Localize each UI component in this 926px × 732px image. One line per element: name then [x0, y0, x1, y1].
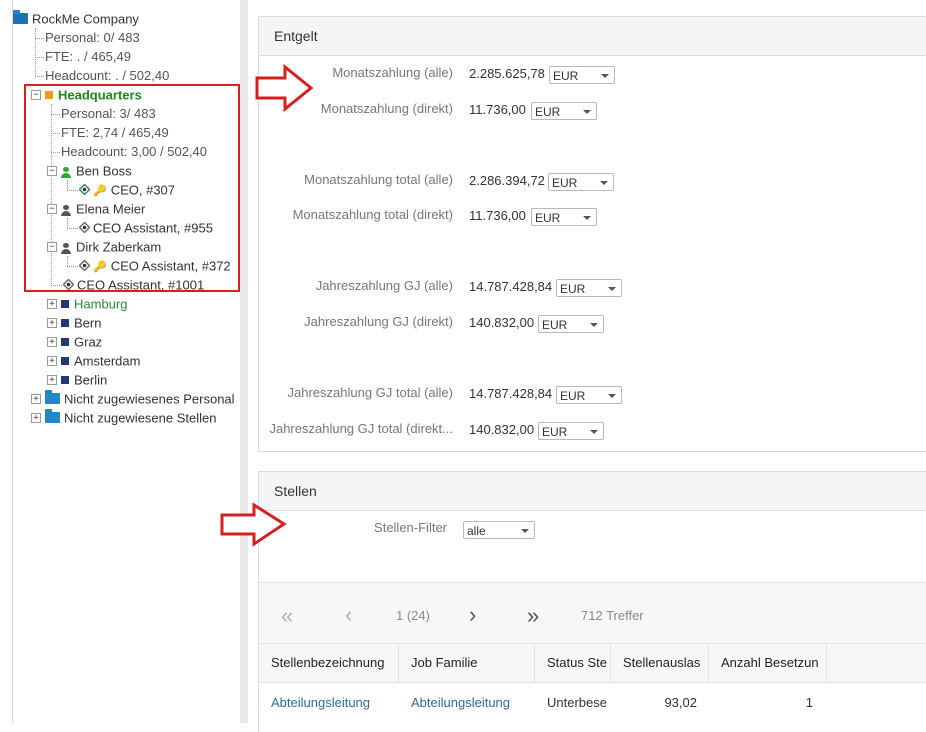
stellen-filter-select[interactable]: alle: [463, 521, 535, 539]
currency-select[interactable]: EUR: [548, 173, 614, 191]
branch-label: Amsterdam: [74, 353, 141, 369]
table-row[interactable]: Abteilungsleitung Abteilungsleitung Unte…: [259, 684, 926, 722]
field-value: 14.787.428,84: [469, 386, 553, 401]
expand-toggle[interactable]: +: [47, 337, 57, 347]
root-stat-personal: Personal: 0/ 483: [45, 30, 140, 45]
field-value: 2.285.625,78: [469, 66, 545, 81]
field-value: 11.736,00: [469, 208, 526, 223]
folder-icon: [45, 390, 60, 405]
org-unit-icon: [61, 318, 69, 327]
tree-border: [12, 0, 13, 723]
stellen-panel-title: Stellen: [259, 472, 926, 511]
tree-node-amsterdam[interactable]: Amsterdam: [61, 352, 140, 370]
tree-node-hamburg[interactable]: Hamburg: [61, 295, 127, 313]
currency-select[interactable]: EUR: [531, 208, 597, 226]
last-page-button[interactable]: »: [527, 603, 539, 629]
tree-node-unassigned-positions[interactable]: Nicht zugewiesene Stellen: [45, 409, 216, 427]
org-tree-panel: RockMe Company Personal: 0/ 483 FTE: . /…: [0, 0, 240, 723]
field-label: Jahreszahlung GJ total (direkt...: [269, 421, 453, 436]
column-header[interactable]: Stellenauslas: [611, 644, 709, 682]
hit-count: 712 Treffer: [581, 608, 644, 623]
field-label: Monatszahlung total (alle): [304, 172, 453, 187]
entgelt-panel: Entgelt Monatszahlung (alle) 2.285.625,7…: [258, 16, 926, 452]
chevron-down-icon: [583, 216, 591, 220]
chevron-down-icon: [583, 110, 591, 114]
root-stat-fte: FTE: . / 465,49: [45, 49, 131, 64]
table-header: Stellenbezeichnung Job Familie Status St…: [259, 643, 926, 683]
field-label: Monatszahlung total (direkt): [292, 207, 453, 222]
currency-select[interactable]: EUR: [538, 422, 604, 440]
expand-toggle[interactable]: +: [47, 356, 57, 366]
column-header[interactable]: Status Ste: [535, 644, 611, 682]
annotation-arrow-icon: [220, 502, 287, 547]
chevron-down-icon: [600, 181, 608, 185]
currency-select[interactable]: EUR: [531, 102, 597, 120]
table-cell-count: 1: [805, 695, 813, 710]
column-header[interactable]: Job Familie: [399, 644, 535, 682]
branch-label: Hamburg: [74, 296, 128, 312]
chevron-down-icon: [608, 287, 616, 291]
field-label: Jahreszahlung GJ (alle): [315, 278, 453, 293]
first-page-button[interactable]: «: [281, 603, 293, 629]
currency-select[interactable]: EUR: [549, 66, 615, 84]
field-value: 11.736,00: [469, 102, 526, 117]
stellen-panel: Stellen Stellen-Filter alle « ‹ 1 (24) ›…: [258, 471, 926, 732]
branch-label: Bern: [74, 315, 102, 331]
tree-connector: [35, 57, 44, 59]
expand-toggle[interactable]: +: [47, 299, 57, 309]
annotation-arrow-icon: [255, 64, 314, 112]
expand-toggle[interactable]: +: [31, 413, 41, 423]
chevron-down-icon: [590, 430, 598, 434]
table-cell-status: Unterbese: [547, 695, 607, 710]
folder-icon: [45, 409, 60, 424]
prev-page-button[interactable]: ‹: [345, 602, 352, 628]
org-unit-icon: [61, 356, 69, 365]
next-page-button[interactable]: ›: [469, 602, 476, 628]
tree-connector: [35, 38, 44, 40]
expand-toggle[interactable]: +: [47, 375, 57, 385]
org-unit-icon: [61, 299, 69, 308]
tree-root-label: RockMe Company: [32, 11, 139, 27]
expand-toggle[interactable]: +: [31, 394, 41, 404]
column-header[interactable]: Anzahl Besetzun: [709, 644, 827, 682]
chevron-down-icon: [608, 394, 616, 398]
column-header[interactable]: Stellenbezeichnung: [259, 644, 399, 682]
currency-select[interactable]: EUR: [556, 386, 622, 404]
tree-node-berlin[interactable]: Berlin: [61, 371, 107, 389]
org-unit-icon: [61, 337, 69, 346]
currency-select[interactable]: EUR: [556, 279, 622, 297]
tree-node-root[interactable]: RockMe Company: [13, 10, 139, 28]
field-value: 140.832,00: [469, 422, 535, 437]
folder-open-icon: [13, 10, 28, 25]
currency-select[interactable]: EUR: [538, 315, 604, 333]
branch-label: Graz: [74, 334, 103, 350]
unassigned-label: Nicht zugewiesenes Personal: [64, 391, 235, 407]
entgelt-panel-title: Entgelt: [259, 17, 926, 56]
org-unit-icon: [61, 375, 69, 384]
field-value: 140.832,00: [469, 315, 535, 330]
field-label: Jahreszahlung GJ total (alle): [287, 385, 453, 400]
highlight-box: [24, 84, 240, 292]
tree-node-bern[interactable]: Bern: [61, 314, 101, 332]
unassigned-label: Nicht zugewiesene Stellen: [64, 410, 217, 426]
expand-toggle[interactable]: +: [47, 318, 57, 328]
field-label: Jahreszahlung GJ (direkt): [304, 314, 453, 329]
table-cell-family[interactable]: Abteilungsleitung: [399, 684, 535, 722]
tree-connector: [35, 28, 37, 76]
panel-splitter[interactable]: [240, 0, 248, 723]
page-indicator: 1 (24): [396, 608, 430, 623]
root-stat-headcount: Headcount: . / 502,40: [45, 68, 170, 83]
tree-node-graz[interactable]: Graz: [61, 333, 102, 351]
field-value: 14.787.428,84: [469, 279, 553, 294]
table-cell-title[interactable]: Abteilungsleitung: [259, 684, 399, 722]
tree-connector: [35, 76, 44, 78]
chevron-down-icon: [590, 323, 598, 327]
chevron-down-icon: [601, 74, 609, 78]
field-value: 2.286.394,72: [469, 173, 545, 188]
table-cell-load: 93,02: [664, 695, 697, 710]
chevron-down-icon: [521, 529, 529, 533]
tree-node-unassigned-staff[interactable]: Nicht zugewiesenes Personal: [45, 390, 235, 408]
branch-label: Berlin: [74, 372, 108, 388]
